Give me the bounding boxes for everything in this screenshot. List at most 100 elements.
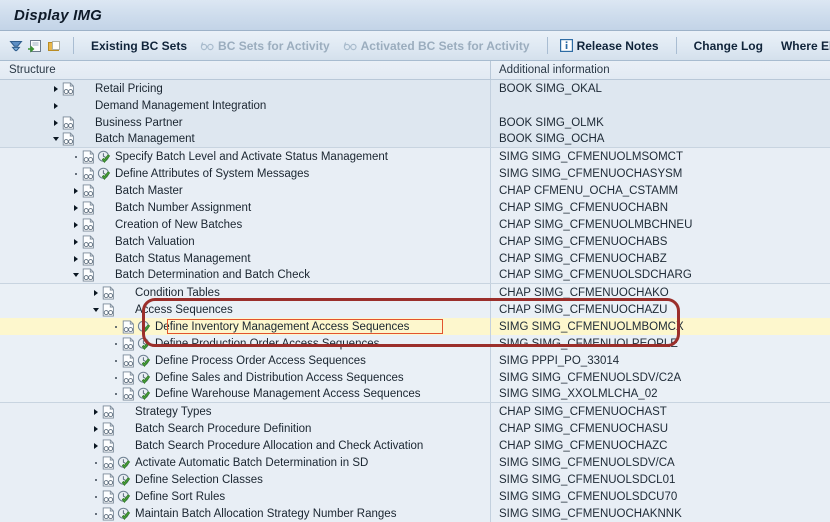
img-activity-icon[interactable]	[117, 456, 131, 470]
tree-node-label[interactable]: Condition Tables	[135, 287, 220, 299]
document-glasses-icon[interactable]	[81, 200, 95, 215]
structure-cell[interactable]: Define Sort Rules	[0, 488, 490, 505]
table-row[interactable]: Batch Master CHAP CFMENU_OCHA_CSTAMM	[0, 182, 830, 199]
img-activity-icon[interactable]	[77, 132, 91, 146]
structure-cell[interactable]: Batch Management	[0, 131, 490, 147]
structure-cell[interactable]: Business Partner	[0, 114, 490, 131]
img-activity-icon[interactable]	[117, 490, 131, 504]
activated-bc-sets-for-activity-button[interactable]: Activated BC Sets for Activity	[339, 35, 539, 57]
table-row[interactable]: Retail Pricing BOOK SIMG_OKAL	[0, 80, 830, 97]
structure-cell[interactable]: Batch Master	[0, 182, 490, 199]
img-activity-icon[interactable]	[137, 320, 151, 334]
expand-arrow-icon[interactable]	[90, 437, 101, 454]
table-row[interactable]: Creation of New Batches CHAP SIMG_CFMENUO…	[0, 216, 830, 233]
table-row[interactable]: Batch Determination and Batch Check CHAP …	[0, 267, 830, 284]
document-glasses-icon[interactable]	[101, 302, 115, 317]
document-glasses-icon[interactable]	[61, 81, 75, 96]
structure-cell[interactable]: Maintain Batch Allocation Strategy Numbe…	[0, 505, 490, 522]
tree-node-label[interactable]: Access Sequences	[135, 304, 233, 316]
structure-cell[interactable]: Define Attributes of System Messages	[0, 165, 490, 182]
structure-cell[interactable]: Batch Status Management	[0, 250, 490, 267]
document-glasses-icon[interactable]	[101, 285, 115, 300]
table-row[interactable]: Define Sales and Distribution Access Seq…	[0, 369, 830, 386]
collapse-arrow-icon[interactable]	[90, 301, 101, 318]
structure-cell[interactable]: Define Selection Classes	[0, 471, 490, 488]
column-header-additional-information[interactable]: Additional information	[490, 61, 830, 79]
document-glasses-icon[interactable]	[121, 319, 135, 334]
table-row[interactable]: Batch Number Assignment CHAP SIMG_CFMENUO…	[0, 199, 830, 216]
tree-node-label[interactable]: Batch Status Management	[115, 253, 251, 265]
document-glasses-icon[interactable]	[81, 183, 95, 198]
img-activity-icon[interactable]	[117, 286, 131, 300]
tree-node-label[interactable]: Define Sort Rules	[135, 491, 225, 503]
img-activity-icon[interactable]	[97, 150, 111, 164]
collapse-arrow-icon[interactable]	[70, 267, 81, 284]
table-row[interactable]: Maintain Batch Allocation Strategy Numbe…	[0, 505, 830, 522]
document-glasses-icon[interactable]	[61, 115, 75, 130]
img-activity-icon[interactable]	[77, 116, 91, 130]
tree-node-label[interactable]: Creation of New Batches	[115, 219, 242, 231]
tree-node-label[interactable]: Batch Determination and Batch Check	[115, 269, 310, 281]
structure-cell[interactable]: Define Process Order Access Sequences	[0, 352, 490, 369]
tree-node-label[interactable]: Specify Batch Level and Activate Status …	[115, 151, 388, 163]
expand-arrow-icon[interactable]	[70, 233, 81, 250]
expand-arrow-icon[interactable]	[90, 284, 101, 301]
tree-node-label[interactable]: Batch Valuation	[115, 236, 195, 248]
img-activity-icon[interactable]	[117, 439, 131, 453]
tree-node-label[interactable]: Batch Master	[115, 185, 183, 197]
structure-cell[interactable]: Batch Search Procedure Definition	[0, 420, 490, 437]
table-row[interactable]: Business Partner BOOK SIMG_OLMK	[0, 114, 830, 131]
column-header-structure[interactable]: Structure	[0, 64, 490, 76]
img-activity-icon[interactable]	[117, 422, 131, 436]
expand-arrow-icon[interactable]	[90, 403, 101, 420]
tree-node-label[interactable]: Define Inventory Management Access Seque…	[155, 321, 409, 333]
tree-node-label[interactable]: Batch Search Procedure Definition	[135, 423, 311, 435]
table-row[interactable]: Define Selection Classes SIMG SIMG_CFMENU…	[0, 471, 830, 488]
img-activity-icon[interactable]	[97, 167, 111, 181]
collapse-arrow-icon[interactable]	[50, 131, 61, 148]
document-glasses-icon[interactable]	[101, 489, 115, 504]
tree-node-label[interactable]: Define Selection Classes	[135, 474, 263, 486]
structure-cell[interactable]: Define Warehouse Management Access Seque…	[0, 386, 490, 402]
img-activity-icon[interactable]	[117, 405, 131, 419]
structure-cell[interactable]: Condition Tables	[0, 284, 490, 301]
tree-node-label[interactable]: Define Attributes of System Messages	[115, 168, 309, 180]
tree-node-label[interactable]: Define Process Order Access Sequences	[155, 355, 366, 367]
img-structure-tree[interactable]: Retail Pricing BOOK SIMG_OKAL Demand Manag…	[0, 80, 830, 522]
img-activity-icon[interactable]	[137, 387, 151, 401]
table-row[interactable]: Batch Search Procedure Definition CHAP SI…	[0, 420, 830, 437]
structure-cell[interactable]: Creation of New Batches	[0, 216, 490, 233]
tree-node-label[interactable]: Business Partner	[95, 117, 183, 129]
bc-sets-for-activity-button[interactable]: BC Sets for Activity	[196, 35, 339, 57]
structure-cell[interactable]: Define Production Order Access Sequences	[0, 335, 490, 352]
table-row[interactable]: Define Process Order Access Sequences SIM…	[0, 352, 830, 369]
table-row[interactable]: Specify Batch Level and Activate Status …	[0, 148, 830, 165]
table-row[interactable]: Define Warehouse Management Access Seque…	[0, 386, 830, 403]
expand-arrow-icon[interactable]	[70, 216, 81, 233]
release-notes-button[interactable]: Release Notes	[556, 35, 668, 57]
img-activity-icon[interactable]	[137, 337, 151, 351]
document-glasses-icon[interactable]	[81, 149, 95, 164]
document-glasses-icon[interactable]	[61, 132, 75, 147]
structure-cell[interactable]: Batch Number Assignment	[0, 199, 490, 216]
tree-node-label[interactable]: Maintain Batch Allocation Strategy Numbe…	[135, 508, 396, 520]
structure-cell[interactable]: Activate Automatic Batch Determination i…	[0, 454, 490, 471]
document-glasses-icon[interactable]	[101, 438, 115, 453]
structure-cell[interactable]: Define Inventory Management Access Seque…	[0, 318, 490, 335]
table-row[interactable]: Batch Status Management CHAP SIMG_CFMENUO…	[0, 250, 830, 267]
filter-funnel-icon[interactable]	[8, 35, 24, 57]
structure-cell[interactable]: Retail Pricing	[0, 80, 490, 97]
img-activity-icon[interactable]	[117, 507, 131, 521]
document-glasses-icon[interactable]	[81, 251, 95, 266]
img-activity-icon[interactable]	[77, 82, 91, 96]
structure-cell[interactable]: Specify Batch Level and Activate Status …	[0, 148, 490, 165]
expand-arrow-icon[interactable]	[50, 97, 61, 114]
tree-node-label[interactable]: Retail Pricing	[95, 83, 163, 95]
document-glasses-icon[interactable]	[61, 98, 75, 113]
img-activity-icon[interactable]	[117, 473, 131, 487]
document-export-icon[interactable]	[27, 35, 43, 57]
yellow-note-icon[interactable]	[46, 35, 62, 57]
document-glasses-icon[interactable]	[101, 455, 115, 470]
table-row[interactable]: Define Production Order Access Sequences…	[0, 335, 830, 352]
expand-arrow-icon[interactable]	[70, 182, 81, 199]
